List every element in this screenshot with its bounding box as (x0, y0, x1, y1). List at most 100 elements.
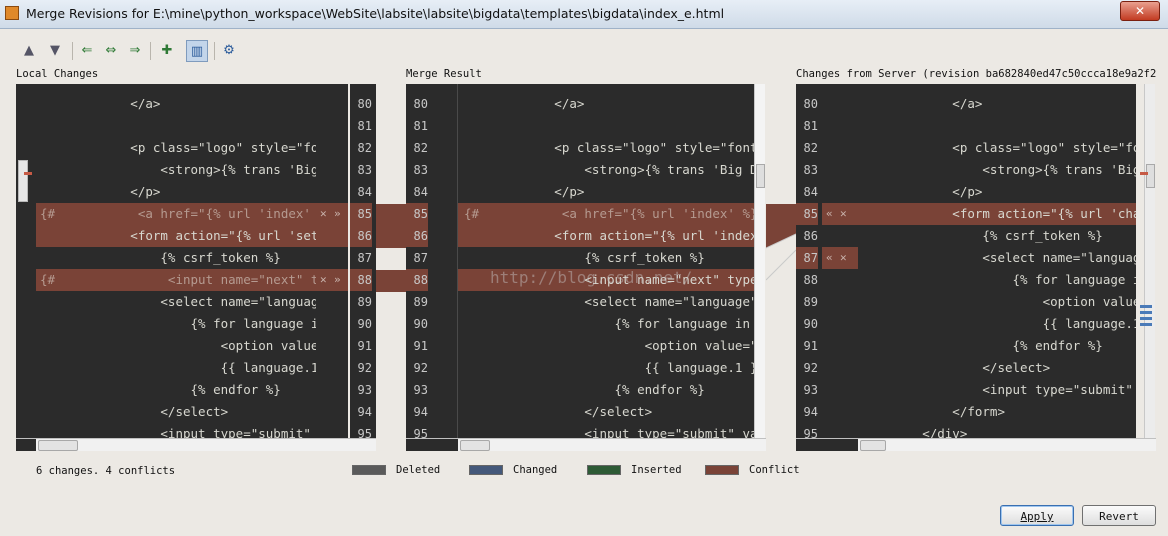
line-number: 89 (357, 295, 372, 309)
server-scroll-thumb[interactable] (1146, 164, 1155, 188)
scroll-corner (796, 439, 858, 451)
server-hscroll-thumb[interactable] (860, 440, 886, 451)
arrow-down-icon[interactable]: ▼ (44, 40, 66, 62)
code-line: <input name="next" type=" (458, 269, 756, 291)
toolbar-separator (214, 42, 215, 60)
conflict-band (316, 225, 348, 247)
merge-code-editor[interactable]: </a> <p class="logo" style="font-s <stro… (458, 84, 756, 438)
conflict-marker[interactable] (1140, 172, 1148, 175)
apply-button-label: Apply (1020, 510, 1054, 523)
code-line: {% endfor %} (464, 382, 705, 397)
code-line: <option value=" (40, 338, 316, 353)
line-number: 87 (357, 251, 372, 265)
apply-left-icon[interactable]: ⇐ (76, 40, 98, 62)
legend-label: Conflict (749, 464, 800, 476)
line-number: 83 (413, 163, 428, 177)
line-number: 82 (357, 141, 372, 155)
side-by-side-icon[interactable]: ▥ (186, 40, 208, 62)
window-title: Merge Revisions for E:\mine\python_works… (26, 6, 725, 21)
line-number: 95 (413, 427, 428, 438)
code-line: <option value=" (862, 294, 1136, 309)
app-icon (5, 6, 19, 20)
line-number: 90 (803, 317, 818, 331)
line-number: 84 (413, 185, 428, 199)
server-horizontal-scrollbar[interactable] (796, 438, 1156, 451)
code-line: <form action="{% url 'chang (858, 203, 1136, 225)
merge-vertical-scrollbar[interactable] (754, 84, 765, 438)
legend-swatch (587, 465, 621, 475)
code-line: </a> (862, 96, 983, 111)
apply-all-icon[interactable]: ⇔ (100, 40, 122, 62)
legend-swatch (469, 465, 503, 475)
discard-change-icon[interactable]: ✕ (840, 247, 847, 269)
code-line: </a> (464, 96, 585, 111)
line-number: 90 (413, 317, 428, 331)
code-line: </form> (862, 404, 1005, 419)
local-horizontal-scrollbar[interactable] (16, 438, 376, 451)
discard-change-icon[interactable]: ✕ (320, 269, 327, 291)
line-number: 83 (357, 163, 372, 177)
code-line: {# <a href="{% url 'index' %}" (458, 203, 756, 225)
code-line: {% csrf_token %} (464, 250, 705, 265)
magic-resolve-icon[interactable]: ✚ (156, 40, 178, 62)
line-number: 92 (357, 361, 372, 375)
code-line: <select name="language"> (464, 294, 756, 309)
code-line: </div> (862, 426, 968, 438)
apply-right-icon[interactable]: ⇒ (124, 40, 146, 62)
settings-icon[interactable]: ⚙ (218, 40, 240, 62)
line-number: 81 (413, 119, 428, 133)
revert-button[interactable]: Revert (1082, 505, 1156, 526)
line-number: 91 (357, 339, 372, 353)
toolbar-separator (72, 42, 73, 60)
merge-hscroll-thumb[interactable] (460, 440, 490, 451)
merge-scroll-thumb[interactable] (756, 164, 765, 188)
server-vertical-scrollbar[interactable] (1144, 84, 1155, 438)
accept-change-icon[interactable]: » (334, 269, 341, 291)
accept-change-icon[interactable]: « (826, 203, 833, 225)
code-line: <input type="submit" v (40, 426, 316, 438)
code-line: {{ language.1 } (862, 316, 1136, 331)
server-action-column: « ✕ « ✕ (822, 84, 858, 438)
server-code-editor[interactable]: </a> <p class="logo" style="fon <strong>… (858, 84, 1136, 438)
left-connector (376, 204, 406, 292)
code-line: </select> (40, 404, 229, 419)
local-hscroll-thumb[interactable] (38, 440, 78, 451)
line-number: 88 (406, 269, 428, 291)
local-code-editor[interactable]: </a> <p class="logo" style="fon <strong>… (36, 84, 316, 438)
code-line: </p> (464, 184, 585, 199)
line-number: 88 (803, 273, 818, 287)
line-number: 82 (413, 141, 428, 155)
code-line: {{ language.1 }} (40, 360, 316, 375)
line-number: 92 (803, 361, 818, 375)
code-line: <strong>{% trans 'Big Dat (464, 162, 756, 177)
line-number: 94 (803, 405, 818, 419)
code-line: <form action="{% url 'set_ (36, 225, 316, 247)
code-line: </p> (862, 184, 983, 199)
discard-change-icon[interactable]: ✕ (320, 203, 327, 225)
local-scroll-indicator[interactable] (18, 160, 28, 202)
apply-button[interactable]: Apply (1000, 505, 1074, 526)
arrow-up-icon[interactable]: ▲ (18, 40, 40, 62)
accept-change-icon[interactable]: « (826, 247, 833, 269)
line-number: 85 (350, 203, 372, 225)
status-summary: 6 changes. 4 conflicts (36, 465, 176, 477)
merge-line-numbers: 80 81 82 83 84 85 86 87 88 89 90 91 92 93 94 95 (406, 84, 432, 438)
change-stripes-icon[interactable] (1140, 305, 1152, 331)
code-line: <input type="submit" v (862, 382, 1136, 397)
local-conflict-marker[interactable] (24, 172, 32, 175)
code-line: <select name="languag (862, 250, 1136, 265)
local-action-column: ✕ » ✕ » (316, 84, 348, 438)
code-line: {% for language in (40, 316, 317, 331)
code-line: </select> (862, 360, 1051, 375)
merge-result-label: Merge Result (406, 68, 482, 80)
merge-horizontal-scrollbar[interactable] (406, 438, 766, 451)
accept-change-icon[interactable]: » (334, 203, 341, 225)
line-number: 84 (803, 185, 818, 199)
line-number: 95 (803, 427, 818, 438)
line-number: 81 (803, 119, 818, 133)
code-line: {{ language.1 }} ( (464, 360, 756, 375)
discard-change-icon[interactable]: ✕ (840, 203, 847, 225)
line-number: 91 (803, 339, 818, 353)
legend-label: Changed (513, 464, 558, 476)
close-button[interactable]: ✕ (1120, 1, 1160, 21)
